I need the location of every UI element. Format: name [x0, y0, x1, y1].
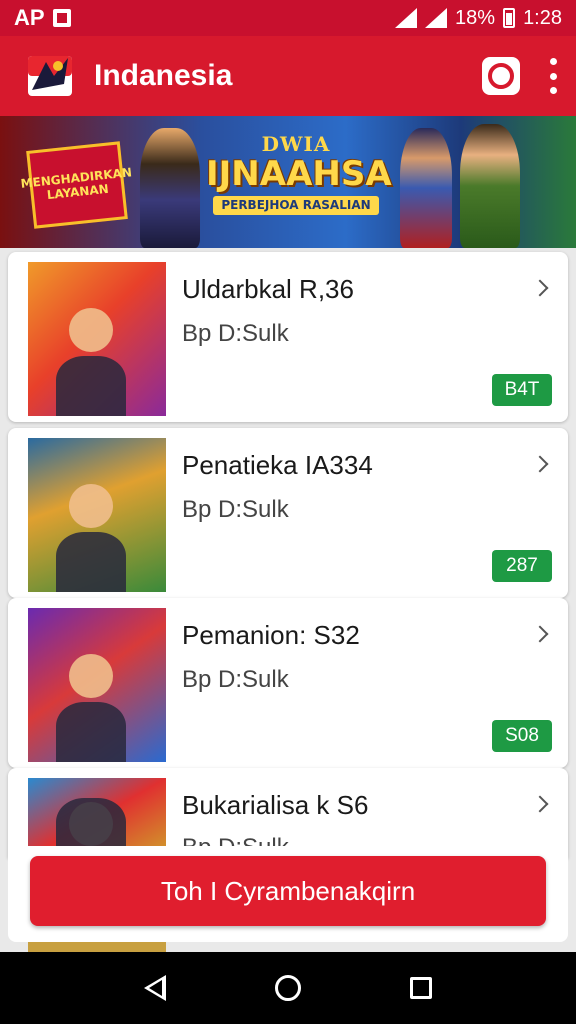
banner-flag: MENGHADIRKAN LAYANAN	[20, 141, 133, 229]
item-title: Pemanion: S32	[182, 620, 360, 650]
battery-icon	[503, 8, 516, 28]
chevron-right-icon	[531, 455, 549, 473]
list-item[interactable]: Pemanion: S32 Bp D:Sulk S08	[8, 598, 568, 768]
next-item-peek	[28, 942, 166, 952]
wifi-icon	[395, 8, 418, 28]
game-thumbnail	[28, 608, 166, 762]
item-badge: 287	[492, 550, 552, 582]
back-icon[interactable]	[144, 975, 167, 1001]
item-subtitle: Bp D:Sulk	[182, 666, 289, 693]
item-subtitle: Bp D:Sulk	[182, 496, 289, 523]
status-bar: AP 18% 1:28	[0, 0, 576, 36]
banner-hero-illustration	[460, 124, 520, 248]
banner-title-line2: IJNAAHSA	[206, 154, 392, 194]
chevron-right-icon	[531, 795, 549, 813]
more-options-icon[interactable]	[548, 58, 558, 94]
banner-flag-text: MENGHADIRKAN LAYANAN	[20, 165, 133, 203]
chevron-right-icon	[531, 625, 549, 643]
list-item[interactable]: Bukarialisa k S6 Bp D:Sulk	[8, 768, 568, 858]
banner-hero-illustration	[140, 128, 200, 248]
promo-banner[interactable]: MENGHADIRKAN LAYANAN DWIA IJNAAHSA PERBE…	[0, 116, 576, 248]
app-logo	[24, 50, 76, 102]
game-thumbnail	[28, 438, 166, 592]
system-nav-bar	[0, 952, 576, 1024]
item-subtitle: Bp D:Sulk	[182, 320, 289, 347]
battery-percent: 18%	[455, 6, 496, 29]
list-item[interactable]: Uldarbkal R,36 Bp D:Sulk B4T	[8, 252, 568, 422]
primary-action-button[interactable]: Toh I Cyrambenakqirn	[30, 856, 546, 926]
banner-title: DWIA IJNAAHSA PERBEJHOA RASALIAN	[206, 132, 392, 232]
item-title: Bukarialisa k S6	[182, 790, 369, 820]
carrier-label: AP	[14, 5, 45, 30]
banner-title-line3: PERBEJHOA RASALIAN	[213, 196, 379, 215]
item-badge: B4T	[492, 374, 552, 406]
banner-title-line1: DWIA	[261, 132, 331, 156]
cta-container: Toh I Cyrambenakqirn	[8, 846, 568, 942]
camera-icon[interactable]	[482, 57, 520, 95]
recent-apps-icon[interactable]	[409, 977, 432, 999]
app-bar: Indanesia	[0, 36, 576, 116]
signal-icon	[425, 8, 448, 28]
app-title: Indanesia	[94, 59, 233, 92]
item-badge: S08	[492, 720, 552, 752]
clock: 1:28	[523, 6, 562, 29]
chevron-right-icon	[531, 279, 549, 297]
list-item[interactable]: Penatieka IA334 Bp D:Sulk 287	[8, 428, 568, 598]
home-icon[interactable]	[274, 975, 301, 1001]
item-title: Penatieka IA334	[182, 450, 373, 480]
item-title: Uldarbkal R,36	[182, 274, 354, 304]
game-thumbnail	[28, 262, 166, 416]
banner-hero-illustration	[400, 128, 452, 248]
notification-icon	[52, 9, 71, 27]
